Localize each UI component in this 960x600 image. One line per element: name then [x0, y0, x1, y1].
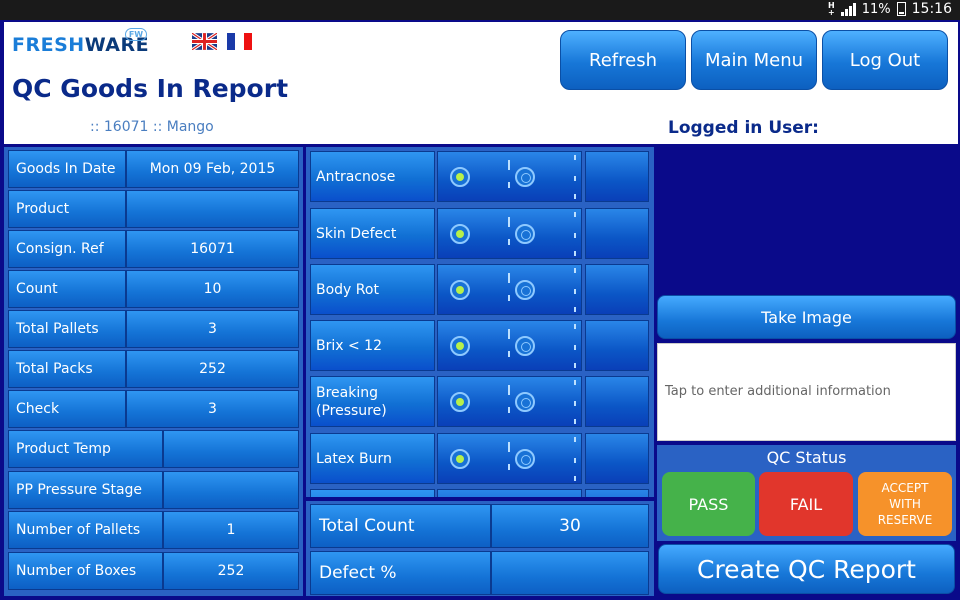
defect-options-skin-defect: [437, 208, 582, 259]
refresh-button[interactable]: Refresh: [560, 30, 686, 90]
defect-label-breaking-pressure: Breaking (Pressure): [310, 376, 435, 427]
radio-option-1[interactable]: [450, 449, 470, 469]
label-number-of-pallets: Number of Pallets: [8, 511, 163, 549]
defect-label-next: [310, 489, 435, 497]
pass-button[interactable]: PASS: [662, 472, 755, 536]
defects-panel: Antracnose Skin Defect Body Rot Brix < 1…: [306, 147, 654, 497]
qc-status-panel: QC Status PASS FAIL ACCEPT WITH RESERVE: [657, 445, 956, 541]
input-product-temp[interactable]: [163, 430, 299, 468]
logged-in-user-label: Logged in User:: [668, 118, 819, 138]
radio-option-2[interactable]: [515, 167, 535, 187]
value-consign-ref[interactable]: 16071: [126, 230, 299, 268]
defect-label-body-rot: Body Rot: [310, 264, 435, 315]
logo-badge: FW: [125, 28, 147, 41]
radio-option-1[interactable]: [450, 167, 470, 187]
label-consign-ref: Consign. Ref: [8, 230, 126, 268]
defect-count-latex-burn[interactable]: [585, 433, 649, 484]
battery-icon: [896, 2, 906, 16]
label-product-temp: Product Temp: [8, 430, 163, 468]
radio-option-2[interactable]: [515, 224, 535, 244]
label-number-of-boxes: Number of Boxes: [8, 552, 163, 590]
label-total-packs: Total Packs: [8, 350, 126, 388]
defect-options-brix: [437, 320, 582, 371]
defect-options-body-rot: [437, 264, 582, 315]
defect-label-skin-defect: Skin Defect: [310, 208, 435, 259]
defect-options-latex-burn: [437, 433, 582, 484]
total-count-label: Total Count: [310, 504, 491, 548]
totals-panel: Total Count 30 Defect %: [306, 501, 654, 596]
defect-options-antracnose: [437, 151, 582, 202]
radio-option-1[interactable]: [450, 280, 470, 300]
value-product[interactable]: [126, 190, 299, 228]
page-title: QC Goods In Report: [12, 74, 289, 103]
defect-count-skin-defect[interactable]: [585, 208, 649, 259]
defect-count-brix[interactable]: [585, 320, 649, 371]
network-type-indicator: H +: [828, 1, 835, 17]
accept-with-reserve-button[interactable]: ACCEPT WITH RESERVE: [858, 472, 952, 536]
log-out-button[interactable]: Log Out: [822, 30, 948, 90]
radio-option-2[interactable]: [515, 336, 535, 356]
label-pp-pressure-stage: PP Pressure Stage: [8, 471, 163, 509]
defect-percent-value: [491, 551, 649, 595]
additional-info-input[interactable]: Tap to enter additional information: [657, 343, 956, 441]
input-pp-pressure-stage[interactable]: [163, 471, 299, 509]
radio-option-1[interactable]: [450, 336, 470, 356]
defect-count-body-rot[interactable]: [585, 264, 649, 315]
value-goods-in-date[interactable]: Mon 09 Feb, 2015: [126, 150, 299, 188]
qc-status-title: QC Status: [766, 448, 847, 467]
total-count-value: 30: [491, 504, 649, 548]
label-goods-in-date: Goods In Date: [8, 150, 126, 188]
signal-icon: [840, 2, 856, 16]
defect-count-next: [585, 489, 649, 497]
clock: 15:16: [911, 1, 952, 17]
main-menu-button[interactable]: Main Menu: [691, 30, 817, 90]
defect-label-latex-burn: Latex Burn: [310, 433, 435, 484]
radio-option-2[interactable]: [515, 449, 535, 469]
defect-percent-label: Defect %: [310, 551, 491, 595]
fail-button[interactable]: FAIL: [759, 472, 853, 536]
value-total-pallets[interactable]: 3: [126, 310, 299, 348]
value-count[interactable]: 10: [126, 270, 299, 308]
value-total-packs[interactable]: 252: [126, 350, 299, 388]
uk-flag-icon[interactable]: [192, 33, 217, 50]
label-count: Count: [8, 270, 126, 308]
create-qc-report-button[interactable]: Create QC Report: [658, 544, 955, 594]
input-number-of-boxes[interactable]: 252: [163, 552, 299, 590]
label-product: Product: [8, 190, 126, 228]
france-flag-icon[interactable]: [227, 33, 252, 50]
radio-option-2[interactable]: [515, 280, 535, 300]
defect-options-breaking-pressure: [437, 376, 582, 427]
radio-option-2[interactable]: [515, 392, 535, 412]
header: FRESHWARE FW QC Goods In Report :: 16071…: [4, 22, 958, 144]
defect-count-breaking-pressure[interactable]: [585, 376, 649, 427]
battery-percent: 11%: [861, 1, 891, 17]
defect-count-antracnose[interactable]: [585, 151, 649, 202]
defect-options-next: [437, 489, 582, 497]
take-image-button[interactable]: Take Image: [657, 295, 956, 339]
input-number-of-pallets[interactable]: 1: [163, 511, 299, 549]
value-check[interactable]: 3: [126, 390, 299, 428]
label-check: Check: [8, 390, 126, 428]
defect-label-antracnose: Antracnose: [310, 151, 435, 202]
radio-option-1[interactable]: [450, 392, 470, 412]
status-bar: H + 11% 15:16: [0, 0, 960, 20]
defect-label-brix: Brix < 12: [310, 320, 435, 371]
record-info: :: 16071 :: Mango: [90, 119, 214, 135]
label-total-pallets: Total Pallets: [8, 310, 126, 348]
radio-option-1[interactable]: [450, 224, 470, 244]
details-panel: Goods In Date Mon 09 Feb, 2015 Product C…: [4, 147, 303, 596]
